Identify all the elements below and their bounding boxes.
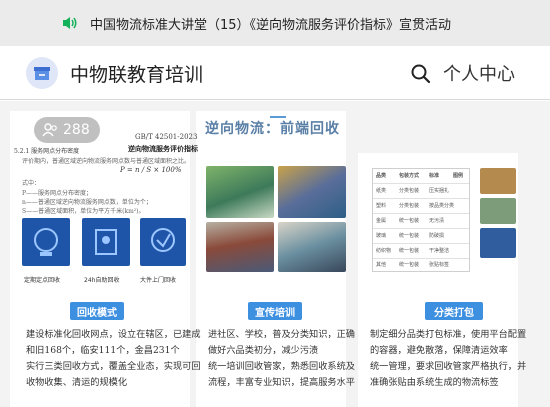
table-cell: 塑料 — [376, 203, 387, 209]
tile-caption: 大件上门回收 — [140, 277, 177, 284]
table-header: 品类 — [376, 173, 387, 179]
table-cell: 张贴标签 — [429, 262, 450, 268]
table-cell: 分类包装 — [399, 188, 420, 194]
bag-image — [480, 228, 516, 258]
table-row — [373, 183, 469, 184]
table-row — [373, 258, 469, 259]
tile-caption: 24h自助回收 — [84, 277, 120, 284]
training-photo — [206, 166, 274, 218]
training-photo — [278, 166, 346, 218]
table-cell: 纺织物 — [376, 248, 392, 254]
table-cell: 分类包装 — [399, 203, 420, 209]
recycle-description: 建设标准化回收网点，设立在辖区，已建成 和旧168个，临安111个，金昌231个… — [26, 329, 201, 388]
banner-title: 逆向物流：前端回收 — [205, 121, 340, 137]
table-cell: 按品类分类 — [429, 203, 455, 209]
table-cell: 统一包装 — [399, 248, 420, 254]
table-cell: 干净整洁 — [429, 248, 450, 254]
table-header: 图例 — [453, 173, 464, 179]
table-row — [373, 228, 469, 229]
doc-line: 式中： — [22, 180, 41, 187]
table-cell: 压实捆扎 — [429, 188, 450, 194]
doc-line: P——服务网点分布密度； — [22, 190, 93, 197]
table-row — [373, 198, 469, 199]
view-count-badge: 288 — [34, 117, 100, 143]
doc-line: n——普通区域逆向物流服务网点数，单位为个； — [22, 199, 152, 206]
table-cell: 防破损 — [429, 233, 445, 239]
recycle-kiosk-image — [22, 218, 70, 266]
packaging-table: 品类 包装方式 标准 图例 纸类 分类包装 压实捆扎 塑料 分类包装 按品类分类… — [372, 168, 470, 272]
speaker-icon — [63, 17, 77, 29]
site-header: 中物联教育培训 个人中心 — [0, 46, 550, 100]
standard-number: GB/T 42501-2023 — [135, 133, 198, 141]
document-title: 逆向物流服务评价指标 — [128, 144, 198, 153]
table-cell: 纸类 — [376, 188, 387, 194]
table-row — [373, 243, 469, 244]
top-banner: 中国物流标准大讲堂（15）《逆向物流服务评价指标》宣贯活动 — [0, 0, 550, 46]
table-cell: 统一包装 — [399, 262, 420, 268]
topbar-title[interactable]: 中国物流标准大讲堂（15）《逆向物流服务评价指标》宣贯活动 — [90, 14, 451, 33]
table-cell: 其他 — [376, 262, 387, 268]
pickup-image — [140, 218, 186, 266]
doc-line: 评价期内，普通区域逆向物流服务网点数与普通区域面积之比。 — [22, 158, 191, 165]
brand-name[interactable]: 中物联教育培训 — [70, 60, 203, 87]
tag-packing: 分类打包 — [425, 302, 483, 320]
table-cell: 金属 — [376, 218, 387, 224]
tag-recycle-mode: 回收模式 — [70, 302, 124, 320]
cardboard-bundle-image — [480, 168, 516, 194]
table-cell: 无污渍 — [429, 218, 445, 224]
table-cell: 玻璃 — [376, 233, 387, 239]
table-cell: 统一包装 — [399, 233, 420, 239]
training-description: 进社区、学校，普及分类知识，正确 做好六品类初分，减少污渍 统一培训回收管家，熟… — [208, 329, 355, 388]
formula: P = n / S × 100% — [120, 166, 182, 174]
training-photo — [278, 222, 346, 272]
table-header: 包装方式 — [399, 173, 420, 179]
table-header: 标准 — [429, 173, 440, 179]
tag-training: 宣传培训 — [248, 302, 302, 320]
plastic-bundle-image — [480, 198, 516, 224]
tile-caption: 定期定点回收 — [24, 277, 61, 284]
packing-description: 制定细分品类打包标准，使用平台配置 的容器，避免散落，保障清运效率 统一管理，要… — [370, 329, 527, 388]
section-heading: 5.2.1 服务网点分布密度 — [14, 148, 80, 155]
search-icon[interactable] — [410, 63, 432, 85]
training-photo — [206, 222, 274, 272]
table-cell: 统一包装 — [399, 218, 420, 224]
brand-logo-icon[interactable] — [26, 57, 58, 89]
view-count: 288 — [63, 122, 90, 138]
table-row — [373, 213, 469, 214]
profile-link[interactable]: 个人中心 — [443, 60, 515, 86]
doc-line: S——普通区域面积，单位为平方千米(km²)。 — [22, 208, 145, 215]
eye-icon — [42, 123, 57, 137]
self-service-image — [82, 218, 130, 266]
